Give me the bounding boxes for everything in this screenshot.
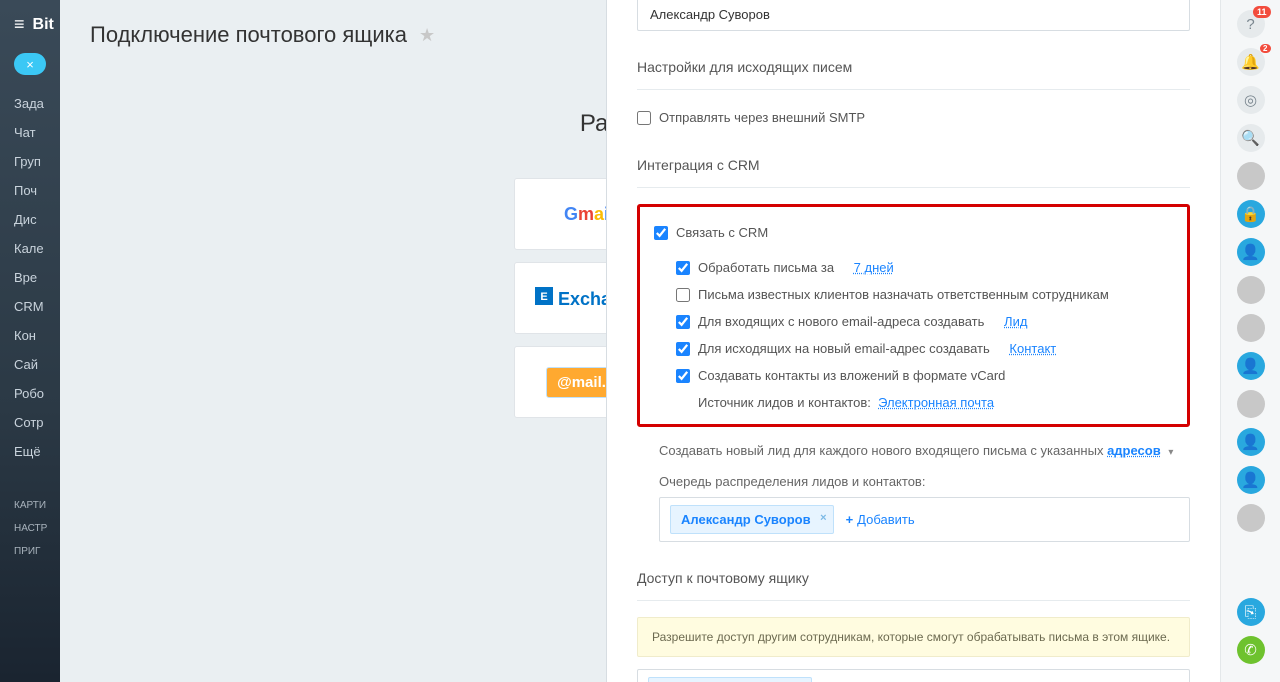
user-avatar[interactable] bbox=[1237, 314, 1265, 342]
crm-incoming-checkbox[interactable] bbox=[676, 315, 690, 329]
sidebar-item[interactable]: Чат bbox=[0, 118, 60, 147]
contact-add-icon[interactable]: 👤 bbox=[1237, 352, 1265, 380]
brand-name: Bit bbox=[33, 16, 54, 34]
contact-icon[interactable]: 👤 bbox=[1237, 466, 1265, 494]
user-avatar[interactable] bbox=[1237, 390, 1265, 418]
search-icon[interactable]: 🔍 bbox=[1237, 124, 1265, 152]
sidebar-item[interactable]: Сай bbox=[0, 350, 60, 379]
queue-user-chip[interactable]: Александр Суворов × bbox=[670, 505, 834, 534]
hamburger-icon[interactable]: ≡ bbox=[14, 14, 25, 35]
sidebar-item[interactable]: Ещё bbox=[0, 437, 60, 466]
crm-link-checkbox[interactable] bbox=[654, 226, 668, 240]
smtp-checkbox-row[interactable]: Отправлять через внешний SMTP bbox=[637, 106, 1190, 129]
bell-badge: 2 bbox=[1260, 44, 1270, 53]
settings-panel: Александр Суворов Настройки для исходящи… bbox=[606, 0, 1220, 682]
crm-highlight-box: Связать с CRM Обработать письма за 7 дне… bbox=[637, 204, 1190, 427]
crm-incoming-row[interactable]: Для входящих с нового email-адреса созда… bbox=[676, 308, 1173, 335]
crm-outgoing-checkbox[interactable] bbox=[676, 342, 690, 356]
crm-known-row[interactable]: Письма известных клиентов назначать отве… bbox=[676, 281, 1173, 308]
svg-text:E: E bbox=[540, 291, 547, 303]
queue-label: Очередь распределения лидов и контактов: bbox=[637, 474, 1190, 489]
sidebar-item[interactable]: Груп bbox=[0, 147, 60, 176]
crm-link-row[interactable]: Связать с CRM bbox=[654, 221, 1173, 244]
queue-user-strip: Александр Суворов × +Добавить bbox=[659, 497, 1190, 542]
access-section-title: Доступ к почтовому ящику bbox=[637, 570, 1190, 586]
crm-known-label: Письма известных клиентов назначать отве… bbox=[698, 287, 1109, 302]
crm-known-checkbox[interactable] bbox=[676, 288, 690, 302]
user-avatar[interactable] bbox=[1237, 276, 1265, 304]
access-notice: Разрешите доступ другим сотрудникам, кот… bbox=[637, 617, 1190, 657]
contact-icon[interactable]: 👤 bbox=[1237, 428, 1265, 456]
help-badge: 11 bbox=[1253, 6, 1271, 18]
user-avatar[interactable] bbox=[1237, 162, 1265, 190]
crm-section-title: Интеграция с CRM bbox=[637, 157, 1190, 173]
help-button[interactable]: ?11 bbox=[1237, 10, 1265, 38]
lock-icon[interactable]: 🔒 bbox=[1237, 200, 1265, 228]
sidebar-menu: Зада Чат Груп Поч Дис Кале Вре CRM Кон С… bbox=[0, 85, 60, 470]
crm-incoming-link[interactable]: Лид bbox=[1004, 314, 1027, 329]
sidebar-item[interactable]: Дис bbox=[0, 205, 60, 234]
sender-name-field[interactable]: Александр Суворов bbox=[637, 0, 1190, 31]
crm-process-row[interactable]: Обработать письма за 7 дней bbox=[676, 254, 1173, 281]
sidebar-item[interactable]: Зада bbox=[0, 89, 60, 118]
crm-vcard-checkbox[interactable] bbox=[676, 369, 690, 383]
crm-process-label: Обработать письма за bbox=[698, 260, 834, 275]
crm-outgoing-label: Для исходящих на новый email-адрес созда… bbox=[698, 341, 990, 356]
user-avatar[interactable] bbox=[1237, 504, 1265, 532]
sidebar-item[interactable]: Сотр bbox=[0, 408, 60, 437]
crm-days-link[interactable]: 7 дней bbox=[854, 260, 894, 275]
access-user-strip: Александр Суворов +Добавить bbox=[637, 669, 1190, 682]
smtp-label: Отправлять через внешний SMTP bbox=[659, 110, 865, 125]
crm-vcard-label: Создавать контакты из вложений в формате… bbox=[698, 368, 1005, 383]
outgoing-section-title: Настройки для исходящих писем bbox=[637, 59, 1190, 75]
sidebar-tiny[interactable]: НАСТР bbox=[0, 517, 60, 540]
sidebar-item[interactable]: Вре bbox=[0, 263, 60, 292]
lead-each-text: Создавать новый лид для каждого нового в… bbox=[659, 443, 1103, 458]
chip-remove-icon[interactable]: × bbox=[820, 512, 826, 524]
contact-icon[interactable]: 👤 bbox=[1237, 238, 1265, 266]
sidebar-item[interactable]: Робо bbox=[0, 379, 60, 408]
sidebar-tiny[interactable]: КАРТИ bbox=[0, 494, 60, 517]
crm-process-checkbox[interactable] bbox=[676, 261, 690, 275]
sidebar-item[interactable]: Поч bbox=[0, 176, 60, 205]
left-sidebar: ≡ Bit × Зада Чат Груп Поч Дис Кале Вре C… bbox=[0, 0, 60, 682]
crm-vcard-row[interactable]: Создавать контакты из вложений в формате… bbox=[676, 362, 1173, 389]
smtp-checkbox[interactable] bbox=[637, 111, 651, 125]
crm-source-label: Источник лидов и контактов: bbox=[698, 395, 871, 410]
modal-title: Подключение почтового ящика bbox=[90, 22, 407, 48]
star-icon[interactable]: ★ bbox=[419, 25, 435, 46]
logout-icon[interactable]: ⎘ bbox=[1237, 598, 1265, 626]
crm-incoming-label: Для входящих с нового email-адреса созда… bbox=[698, 314, 984, 329]
right-rail: ?11 🔔2 ◎ 🔍 🔒 👤 👤 👤 👤 ⎘ ✆ bbox=[1220, 0, 1280, 682]
crm-link-label: Связать с CRM bbox=[676, 225, 768, 240]
chevron-down-icon[interactable]: ▾ bbox=[1168, 447, 1173, 458]
crm-outgoing-row[interactable]: Для исходящих на новый email-адрес созда… bbox=[676, 335, 1173, 362]
sidebar-item[interactable]: Кон bbox=[0, 321, 60, 350]
sidebar-item[interactable]: Кале bbox=[0, 234, 60, 263]
chat-icon[interactable]: ◎ bbox=[1237, 86, 1265, 114]
crm-source-link[interactable]: Электронная почта bbox=[878, 395, 994, 410]
access-user-chip[interactable]: Александр Суворов bbox=[648, 677, 812, 682]
bell-button[interactable]: 🔔2 bbox=[1237, 48, 1265, 76]
sidebar-item[interactable]: CRM bbox=[0, 292, 60, 321]
call-button[interactable]: ✆ bbox=[1237, 636, 1265, 664]
sidebar-close-pill[interactable]: × bbox=[14, 53, 46, 75]
crm-outgoing-link[interactable]: Контакт bbox=[1009, 341, 1056, 356]
sidebar-tiny[interactable]: ПРИГ bbox=[0, 540, 60, 563]
lead-each-link[interactable]: адресов bbox=[1107, 443, 1161, 458]
queue-add-link[interactable]: +Добавить bbox=[846, 512, 915, 527]
